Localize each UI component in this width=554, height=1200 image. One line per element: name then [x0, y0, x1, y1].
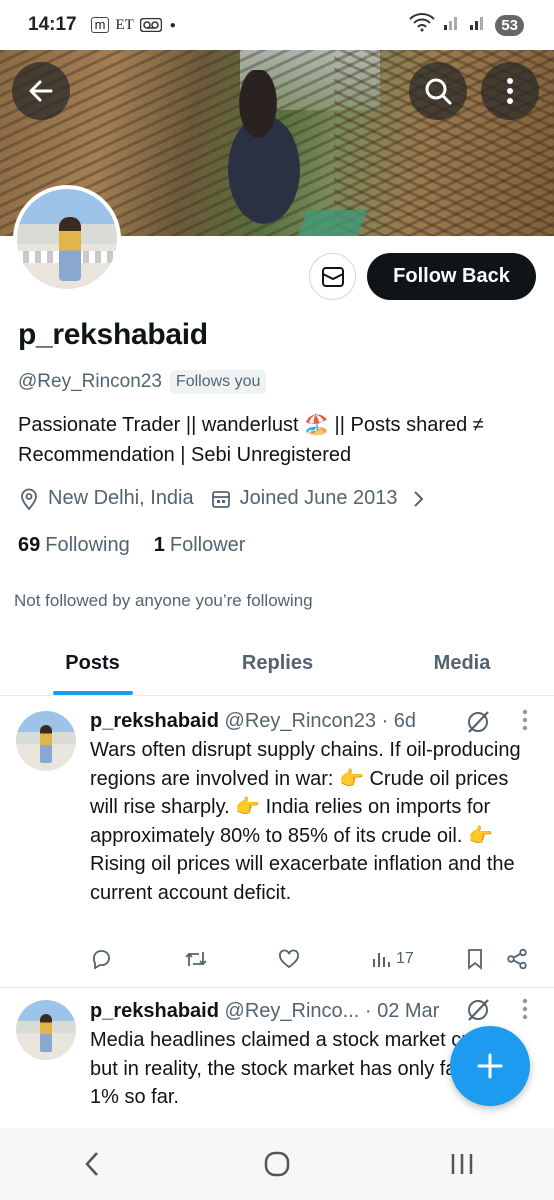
search-icon	[423, 76, 453, 106]
compose-post-button[interactable]	[450, 1026, 530, 1106]
profile-meta: New Delhi, India Joined June 2013	[18, 487, 424, 510]
post-more-icon[interactable]	[522, 998, 528, 1026]
followers-link[interactable]: 1 Follower	[154, 534, 246, 557]
back-arrow-icon	[27, 77, 55, 105]
bio-line-1: Passionate Trader || wanderlust 🏖️ || Po…	[18, 414, 484, 436]
reply-icon	[90, 948, 112, 970]
plus-icon	[476, 1052, 504, 1080]
wifi-icon	[409, 12, 436, 38]
tab-media[interactable]: Media	[370, 632, 554, 695]
follower-count: 1	[153, 534, 165, 556]
post-header: p_rekshabaid @Rey_Rinco... · 02 Mar	[90, 1000, 439, 1023]
location-pin-icon	[18, 488, 40, 510]
profile-handle: @Rey_Rincon23	[18, 371, 162, 392]
message-button[interactable]	[309, 253, 356, 300]
more-vertical-icon	[506, 77, 514, 105]
signal-icon-1	[443, 13, 461, 37]
search-button[interactable]	[409, 62, 467, 120]
battery-indicator: 53	[495, 14, 524, 36]
recents-icon	[449, 1151, 475, 1177]
bio-line-2: Recommendation | Sebi Unregistered	[18, 444, 352, 466]
voicemail-icon	[139, 18, 162, 32]
grok-icon[interactable]	[465, 709, 491, 735]
signal-icon-2	[469, 13, 487, 37]
post-handle-time: @Rey_Rinco... · 02 Mar	[224, 1000, 440, 1022]
heart-icon	[278, 949, 300, 969]
share-button[interactable]	[506, 948, 528, 970]
chevron-right-icon[interactable]	[412, 490, 424, 508]
bookmark-button[interactable]	[466, 948, 506, 970]
profile-bio: Passionate Trader || wanderlust 🏖️ || Po…	[18, 410, 543, 470]
follow-counts: 69 Following 1 Follower	[18, 534, 245, 557]
calendar-icon	[210, 488, 232, 510]
profile-location: New Delhi, India	[48, 487, 194, 509]
bookmark-icon	[466, 948, 484, 970]
profile-name: p_rekshabaid	[18, 318, 208, 351]
post-author-name: p_rekshabaid	[90, 710, 219, 732]
status-bar: 14:17 m ET ● 53	[0, 0, 554, 50]
post-handle-time: @Rey_Rincon23 · 6d	[224, 710, 417, 732]
profile-joined: Joined June 2013	[239, 487, 398, 509]
post-text: Wars often disrupt supply chains. If oil…	[90, 739, 521, 904]
post-more-icon[interactable]	[522, 709, 528, 737]
profile-avatar[interactable]	[13, 185, 121, 293]
follows-you-badge: Follows you	[169, 370, 267, 394]
notification-dot-icon: ●	[169, 19, 176, 31]
notification-et-icon: ET	[115, 16, 134, 33]
nav-home-button[interactable]	[247, 1139, 307, 1189]
share-icon	[506, 948, 528, 970]
tab-replies[interactable]: Replies	[185, 632, 370, 695]
views-count: 17	[396, 950, 414, 967]
not-followed-note: Not followed by anyone you’re following	[14, 591, 313, 610]
post-avatar[interactable]	[16, 1000, 76, 1060]
reply-button[interactable]	[90, 948, 184, 970]
handle-row: @Rey_Rincon23 Follows you	[18, 370, 267, 394]
profile-tabs: Posts Replies Media	[0, 632, 554, 696]
post-avatar[interactable]	[16, 711, 76, 771]
system-nav-bar	[0, 1128, 554, 1200]
status-right: 53	[409, 12, 524, 38]
repost-button[interactable]	[184, 948, 278, 970]
views-chart-icon	[372, 949, 392, 969]
notification-m-icon: m	[90, 17, 110, 33]
follow-back-button[interactable]: Follow Back	[367, 253, 536, 300]
views-button[interactable]: 17	[372, 949, 466, 969]
status-time: 14:17	[28, 14, 77, 35]
like-button[interactable]	[278, 949, 372, 969]
nav-recents-button[interactable]	[432, 1139, 492, 1189]
home-circle-icon	[263, 1150, 291, 1178]
grok-icon[interactable]	[465, 997, 491, 1023]
following-link[interactable]: 69 Following	[18, 534, 130, 557]
post-author-name: p_rekshabaid	[90, 1000, 219, 1022]
envelope-icon	[321, 266, 345, 288]
post-header: p_rekshabaid @Rey_Rincon23 · 6d	[90, 710, 416, 733]
back-button[interactable]	[12, 62, 70, 120]
repost-icon	[184, 948, 208, 970]
post-actions: 17	[90, 948, 530, 970]
post-item[interactable]: p_rekshabaid @Rey_Rincon23 · 6d Wars oft…	[0, 697, 554, 987]
follower-label: Follower	[169, 534, 246, 556]
nav-back-button[interactable]	[62, 1139, 122, 1189]
tab-posts[interactable]: Posts	[0, 632, 185, 695]
chevron-left-icon	[83, 1150, 101, 1178]
following-count: 69	[18, 534, 41, 556]
following-label: Following	[45, 534, 130, 556]
more-options-button[interactable]	[481, 62, 539, 120]
